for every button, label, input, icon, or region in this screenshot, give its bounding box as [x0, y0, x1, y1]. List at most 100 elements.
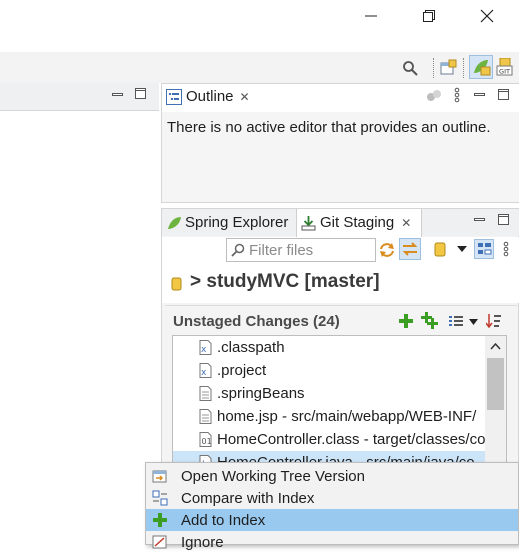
presentation-dropdown[interactable]	[469, 319, 478, 325]
menu-item-label: Add to Index	[181, 511, 266, 529]
left-minimize-button[interactable]	[112, 89, 123, 100]
file-list-scrollbar[interactable]	[485, 336, 506, 462]
staging-maximize-button[interactable]	[498, 214, 509, 225]
file-name: .project	[217, 362, 267, 379]
maximize-icon	[498, 89, 509, 100]
file-name: home.jsp - src/main/webapp/WEB-INF/	[217, 408, 477, 425]
open-perspective-button[interactable]	[440, 59, 457, 76]
svg-text:01: 01	[202, 437, 212, 446]
git-staging-tab-label: Git Staging	[320, 214, 395, 231]
sort-icon	[427, 90, 441, 101]
minimize-button[interactable]	[342, 0, 400, 32]
layout-icon	[478, 243, 492, 255]
presentation-button[interactable]	[449, 315, 463, 327]
menu-item-compare-with-index[interactable]: Compare with Index	[146, 487, 518, 509]
menu-item-label: Ignore	[181, 533, 224, 551]
svg-text:x: x	[201, 345, 207, 355]
refresh-icon	[380, 243, 394, 257]
git-staging-tab-content: Git Staging ✕	[301, 214, 411, 231]
chevron-down-icon	[457, 246, 467, 252]
repository-button[interactable]	[434, 241, 446, 258]
git-perspective-icon: GIT	[496, 58, 513, 76]
repository-icon	[434, 242, 446, 257]
svg-text:x: x	[201, 368, 207, 378]
repository-icon	[171, 276, 182, 292]
file-name: .springBeans	[217, 385, 305, 402]
file-name: HomeController.class - target/classes/co	[217, 431, 485, 448]
spring-explorer-tab-label: Spring Explorer	[185, 214, 289, 231]
spring-leaf-icon	[168, 216, 181, 229]
ignore-icon	[152, 535, 167, 549]
list-item[interactable]: x .project	[173, 359, 485, 382]
scrollbar-thumb[interactable]	[487, 358, 504, 410]
link-icon	[402, 242, 418, 256]
spring-perspective-icon	[474, 60, 491, 76]
compare-icon	[152, 490, 168, 506]
svg-text:GIT: GIT	[499, 68, 510, 76]
link-selection-button[interactable]	[399, 238, 421, 260]
tab-spring-explorer[interactable]: Spring Explorer	[166, 214, 288, 231]
menu-item-ignore[interactable]: Ignore	[146, 531, 518, 553]
filter-files-input[interactable]: Filter files	[226, 238, 376, 262]
class-file-icon: 01	[199, 432, 212, 447]
sort-icon	[486, 314, 501, 329]
repository-title: > studyMVC [master]	[190, 271, 380, 292]
outline-minimize-button[interactable]	[474, 89, 485, 100]
minimize-icon	[474, 218, 485, 221]
maximize-icon	[498, 214, 509, 225]
spring-perspective-button[interactable]	[469, 55, 493, 79]
text-file-icon: x	[199, 363, 212, 378]
toolbar-separator	[463, 58, 465, 78]
add-icon	[399, 314, 413, 328]
list-item[interactable]: home.jsp - src/main/webapp/WEB-INF/	[173, 405, 485, 428]
unstaged-changes-header: Unstaged Changes (24)	[173, 313, 340, 330]
stage-selected-button[interactable]	[399, 314, 413, 328]
maximize-icon	[135, 88, 146, 99]
search-icon	[403, 61, 418, 76]
stage-all-button[interactable]	[421, 312, 438, 329]
add-icon	[153, 513, 167, 527]
close-icon[interactable]: ✕	[401, 216, 411, 230]
staging-view-menu-button[interactable]	[503, 241, 509, 257]
toolbar-separator	[433, 58, 435, 78]
repository-dropdown[interactable]	[457, 246, 467, 252]
sort-button[interactable]	[486, 313, 502, 329]
chevron-down-icon	[469, 319, 478, 325]
repository-icon-glyph	[171, 277, 182, 291]
refresh-button[interactable]	[378, 241, 396, 259]
list-item[interactable]: x .classpath	[173, 336, 485, 359]
outline-toolbar-button[interactable]	[426, 88, 442, 104]
tab-outline[interactable]: Outline ✕	[166, 88, 250, 105]
git-perspective-button[interactable]: GIT	[496, 58, 513, 76]
left-maximize-button[interactable]	[135, 88, 146, 99]
search-icon	[231, 243, 245, 257]
section-divider	[165, 305, 517, 306]
menu-item-open-working-tree[interactable]: Open Working Tree Version	[146, 465, 518, 487]
outline-maximize-button[interactable]	[498, 89, 509, 100]
menu-item-label: Compare with Index	[181, 489, 315, 507]
menu-item-add-to-index[interactable]: Add to Index	[146, 509, 518, 531]
outline-tab-label: Outline	[186, 88, 234, 105]
layout-toggle-button[interactable]	[474, 239, 494, 259]
list-item[interactable]: .springBeans	[173, 382, 485, 405]
search-button[interactable]	[402, 60, 418, 76]
more-vertical-icon	[454, 87, 460, 103]
close-window-button[interactable]	[458, 0, 516, 32]
minimize-icon	[365, 15, 377, 17]
restore-icon	[423, 10, 435, 22]
doc-file-icon	[199, 386, 212, 401]
add-all-icon	[421, 312, 438, 329]
file-name: .classpath	[217, 339, 285, 356]
staging-minimize-button[interactable]	[474, 214, 485, 225]
text-file-icon: x	[199, 340, 212, 355]
list-item[interactable]: 01 HomeController.class - target/classes…	[173, 428, 485, 451]
menu-item-label: Open Working Tree Version	[181, 467, 365, 485]
close-icon	[480, 9, 494, 23]
doc-file-icon	[199, 409, 212, 424]
chevron-up-icon[interactable]	[490, 343, 501, 350]
restore-button[interactable]	[400, 0, 458, 32]
close-icon[interactable]: ✕	[240, 90, 250, 104]
view-menu-button[interactable]	[454, 87, 460, 103]
list-icon	[449, 316, 463, 326]
outline-message: There is no active editor that provides …	[167, 119, 491, 136]
